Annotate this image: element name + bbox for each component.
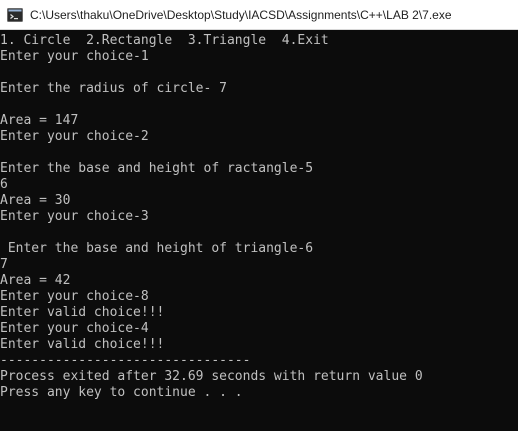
console-line: Enter your choice-3 [0,209,149,224]
console-exe-icon [7,8,23,22]
console-separator: -------------------------------- [0,353,251,368]
console-prompt-line: Press any key to continue . . . [0,385,243,400]
console-line: Enter your choice-1 [0,49,149,64]
console-line: 6 [0,177,8,192]
console-line: Enter the radius of circle- 7 [0,81,227,96]
console-line: Enter your choice-2 [0,129,149,144]
console-process-exit-line: Process exited after 32.69 seconds with … [0,369,423,384]
console-line: Area = 147 [0,113,79,128]
console-line: Area = 30 [0,193,71,208]
console-line: 7 [0,257,8,272]
console-line: Enter your choice-8 [0,289,149,304]
console-line: Enter valid choice!!! [0,305,165,320]
console-line: Enter your choice-4 [0,321,149,336]
console-window: C:\Users\thaku\OneDrive\Desktop\Study\IA… [0,0,518,431]
console-line-menu: 1. Circle 2.Rectangle 3.Triangle 4.Exit [0,33,329,48]
console-line: Enter valid choice!!! [0,337,165,352]
console-line: Enter the base and height of ractangle-5 [0,161,314,176]
console-line: Enter the base and height of triangle-6 [0,241,314,256]
console-line: Area = 42 [0,273,71,288]
title-bar[interactable]: C:\Users\thaku\OneDrive\Desktop\Study\IA… [0,0,518,30]
console-output[interactable]: 1. Circle 2.Rectangle 3.Triangle 4.Exit E… [0,33,518,431]
window-title: C:\Users\thaku\OneDrive\Desktop\Study\IA… [30,8,452,22]
